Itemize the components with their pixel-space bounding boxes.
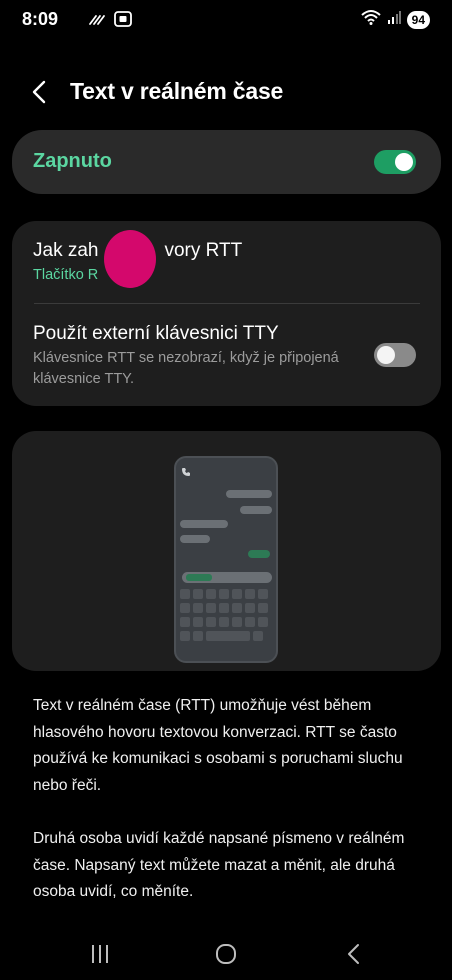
message-bubble [248,550,270,558]
description-paragraph-1: Text v reálném čase (RTT) umožňuje vést … [33,697,403,794]
status-icons-left [88,11,132,32]
how-to-start-rtt-subtitle: Tlačítko R [33,267,99,283]
external-tty-keyboard-subtitle: Klávesnice RTT se nezobrazí, když je při… [33,350,339,387]
recents-button[interactable] [88,942,118,966]
battery-indicator: 94 [406,10,430,29]
screenshot-icon [114,11,132,32]
external-tty-keyboard-row[interactable]: Použít externí klávesnici TTY Klávesnice… [12,304,441,406]
header: Text v reálném čase [0,70,452,114]
typed-text-illustration [186,574,212,581]
signal-icon [387,10,401,29]
back-icon [348,944,359,964]
external-tty-keyboard-switch[interactable] [374,343,416,367]
status-bar: 8:09 94 [0,0,452,40]
touch-indicator [104,230,156,288]
master-toggle-row[interactable]: Zapnuto [12,130,441,194]
status-time: 8:09 [22,9,59,29]
phone-call-icon [181,464,191,482]
back-button[interactable] [28,78,54,106]
master-toggle-switch[interactable] [374,150,416,174]
status-icons-right: 94 [360,9,430,30]
hotspot-icon [88,12,106,31]
illustration-card [12,431,441,671]
recents-icon [92,945,108,963]
navigation-bar [0,930,452,980]
home-icon [216,944,236,964]
toggle-knob [395,153,413,171]
back-arrow-icon [32,80,46,104]
keyboard-illustration [180,589,274,645]
message-bubble [180,520,228,528]
message-bubble [240,506,272,514]
how-to-start-rtt-row[interactable]: Jak zah vory RTT Tlačítko R [12,221,441,303]
nav-back-button[interactable] [342,942,372,966]
home-button[interactable] [213,942,243,966]
phone-illustration [174,456,278,663]
external-tty-keyboard-title: Použít externí klávesnici TTY [33,323,279,344]
options-card: Jak zah vory RTT Tlačítko R Použít extern… [12,221,441,406]
master-toggle-label: Zapnuto [33,150,112,172]
description-paragraph-2: Druhá osoba uvidí každé napsané písmeno … [33,830,405,900]
toggle-knob [377,346,395,364]
message-bubble [180,535,210,543]
message-input-illustration [182,572,272,583]
wifi-icon [360,9,381,30]
message-bubble [226,490,272,498]
page-title: Text v reálném čase [70,78,284,104]
